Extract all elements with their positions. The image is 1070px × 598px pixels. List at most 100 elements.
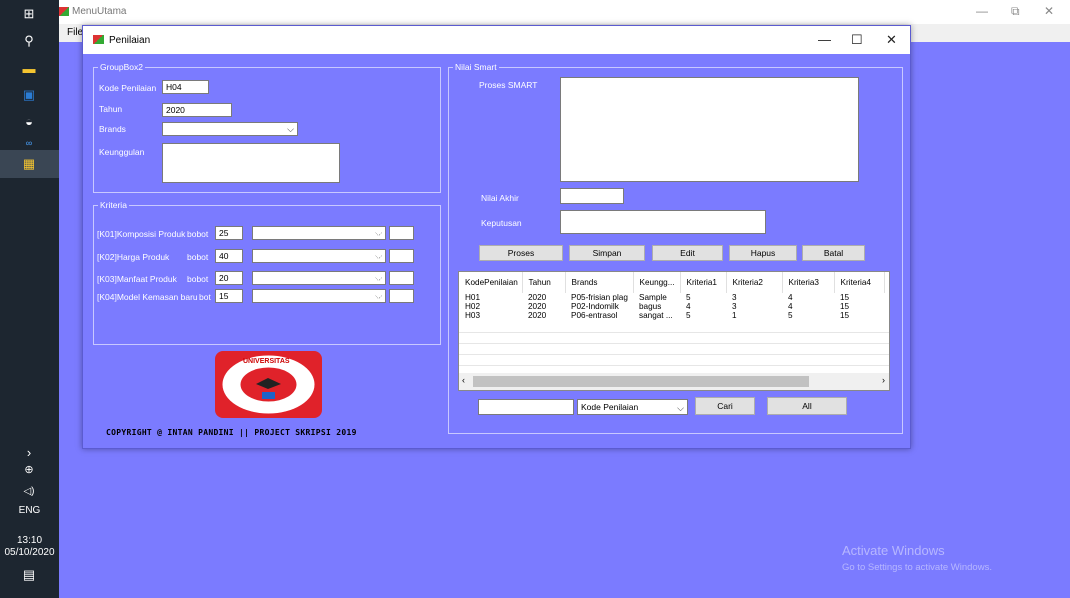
grid-cell[interactable]: 4: [680, 302, 726, 311]
grid-col-header[interactable]: Kriteria1: [680, 272, 727, 293]
tahun-field[interactable]: 2020: [162, 103, 232, 117]
dialog-title: Penilaian: [109, 35, 151, 46]
kriteria-k01-label: [K01]Komposisi Produk: [97, 229, 186, 239]
grid-cell[interactable]: 5: [680, 293, 726, 302]
grid-cell[interactable]: 5: [680, 311, 726, 320]
grid-cell[interactable]: 3: [726, 302, 782, 311]
brands-select[interactable]: ⌵: [162, 122, 298, 136]
kriteria-k02-nilai-field[interactable]: [389, 249, 414, 263]
grid-cell[interactable]: bagus: [633, 302, 680, 311]
simpan-button[interactable]: Simpan: [569, 245, 645, 261]
search-icon[interactable]: ⚲: [20, 32, 38, 50]
scrollbar-thumb[interactable]: [473, 376, 809, 387]
grid-col-header[interactable]: Kriteria3: [782, 272, 835, 293]
grid-cell[interactable]: 15: [834, 293, 884, 302]
main-window-titlebar: MenuUtama — ⧉ ✕: [59, 0, 1070, 24]
nilai-akhir-field[interactable]: [560, 188, 624, 204]
grid-col-header[interactable]: KodePenilaian: [459, 272, 523, 293]
kriteria-k04-bobot-label: bot: [199, 292, 211, 302]
groupbox2-title: GroupBox2: [98, 62, 145, 72]
grid-cell[interactable]: 4: [782, 302, 834, 311]
logo-text-top: UNIVERSITAS: [243, 358, 290, 365]
grid-col-header[interactable]: Brands: [565, 272, 634, 293]
kriteria-k04-bobot-field[interactable]: 15: [215, 289, 243, 303]
language-indicator[interactable]: ENG: [0, 505, 59, 516]
chevron-down-icon: ⌵: [287, 124, 294, 134]
word-icon[interactable]: ▣: [20, 86, 38, 104]
main-window-title: MenuUtama: [72, 6, 127, 17]
search-field[interactable]: [478, 399, 574, 415]
dialog-close-button[interactable]: ✕: [886, 32, 897, 48]
grid-cell[interactable]: 2020: [522, 293, 565, 302]
menuutama-app-icon[interactable]: ▦: [20, 155, 38, 173]
grid-cell[interactable]: H02: [459, 302, 522, 311]
start-icon[interactable]: ⊞: [20, 5, 38, 23]
grid-cell[interactable]: P06-entrasol: [565, 311, 633, 320]
all-button[interactable]: All: [767, 397, 847, 415]
clock-date[interactable]: 05/10/2020: [0, 547, 59, 558]
store-icon[interactable]: ◒: [20, 112, 38, 130]
logo-text-bottom: POTENSI UTAMA: [243, 402, 293, 408]
table-row[interactable]: H02 2020 P02-Indomilk bagus 4 3 4 15: [459, 302, 884, 311]
grid-col-header[interactable]: Keungg...: [633, 272, 681, 293]
grid-cell[interactable]: 1: [726, 311, 782, 320]
kriteria-k02-bobot-field[interactable]: 40: [215, 249, 243, 263]
grid-cell[interactable]: Sample: [633, 293, 680, 302]
brands-label: Brands: [99, 124, 126, 134]
kriteria-title: Kriteria: [98, 200, 129, 210]
kode-penilaian-field[interactable]: H04: [162, 80, 209, 94]
kriteria-k01-bobot-field[interactable]: 25: [215, 226, 243, 240]
minimize-button[interactable]: —: [976, 4, 988, 18]
clock-time[interactable]: 13:10: [0, 535, 59, 546]
folder-icon[interactable]: ▬: [20, 59, 38, 77]
search-filter-value: Kode Penilaian: [581, 402, 639, 412]
table-row[interactable]: H03 2020 P06-entrasol sangat ... 5 1 5 1…: [459, 311, 884, 320]
kriteria-k01-bobot-label: bobot: [187, 229, 209, 239]
grid-cell[interactable]: 5: [782, 311, 834, 320]
grid-cell[interactable]: 15: [834, 302, 884, 311]
kriteria-k03-bobot-field[interactable]: 20: [215, 271, 243, 285]
keunggulan-field[interactable]: [162, 143, 340, 183]
keputusan-field[interactable]: [560, 210, 766, 234]
edit-button[interactable]: Edit: [652, 245, 723, 261]
close-button[interactable]: ✕: [1044, 4, 1054, 18]
grid-cell[interactable]: 2020: [522, 302, 565, 311]
cari-button[interactable]: Cari: [695, 397, 755, 415]
kriteria-k03-nilai-field[interactable]: [389, 271, 414, 285]
notification-icon[interactable]: ▤: [20, 566, 38, 584]
network-icon[interactable]: ⊕: [20, 460, 38, 478]
penilaian-grid[interactable]: KodePenilaian Tahun Brands Keungg... Kri…: [458, 271, 890, 391]
kriteria-k04-nilai-field[interactable]: [389, 289, 414, 303]
proses-button[interactable]: Proses: [479, 245, 563, 261]
grid-cell[interactable]: H03: [459, 311, 522, 320]
dialog-minimize-button[interactable]: —: [818, 32, 831, 47]
chevron-right-icon[interactable]: ›: [882, 375, 885, 385]
grid-cell[interactable]: 3: [726, 293, 782, 302]
table-row[interactable]: H01 2020 P05-frisian plag Sample 5 3 4 1…: [459, 293, 884, 302]
dialog-maximize-button[interactable]: ☐: [851, 32, 863, 48]
grid-cell[interactable]: P02-Indomilk: [565, 302, 633, 311]
volume-icon[interactable]: ◁): [20, 482, 38, 500]
hapus-button[interactable]: Hapus: [729, 245, 797, 261]
kriteria-k01-nilai-field[interactable]: [389, 226, 414, 240]
maximize-button[interactable]: ⧉: [1011, 4, 1020, 19]
chevron-left-icon[interactable]: ‹: [462, 375, 465, 385]
grid-cell[interactable]: 15: [834, 311, 884, 320]
grid-horizontal-scrollbar[interactable]: ‹ ›: [459, 373, 889, 390]
grid-cell[interactable]: sangat ...: [633, 311, 680, 320]
batal-button[interactable]: Batal: [802, 245, 865, 261]
grid-cell[interactable]: H01: [459, 293, 522, 302]
menu-file[interactable]: File: [67, 27, 83, 38]
grid-cell[interactable]: P05-frisian plag: [565, 293, 633, 302]
grid-col-header[interactable]: Tahun: [522, 272, 566, 293]
chevron-up-icon[interactable]: ›: [20, 443, 38, 461]
grid-col-header[interactable]: Kriteria2: [726, 272, 783, 293]
grid-divider: [459, 343, 889, 344]
proses-smart-field[interactable]: [560, 77, 859, 182]
grid-cell[interactable]: 2020: [522, 311, 565, 320]
grid-cell[interactable]: 4: [782, 293, 834, 302]
grid-divider: [459, 332, 889, 333]
grid-col-header[interactable]: Kriteria4: [834, 272, 885, 293]
search-filter-select[interactable]: Kode Penilaian ⌵: [577, 399, 688, 415]
keputusan-label: Keputusan: [481, 218, 522, 228]
